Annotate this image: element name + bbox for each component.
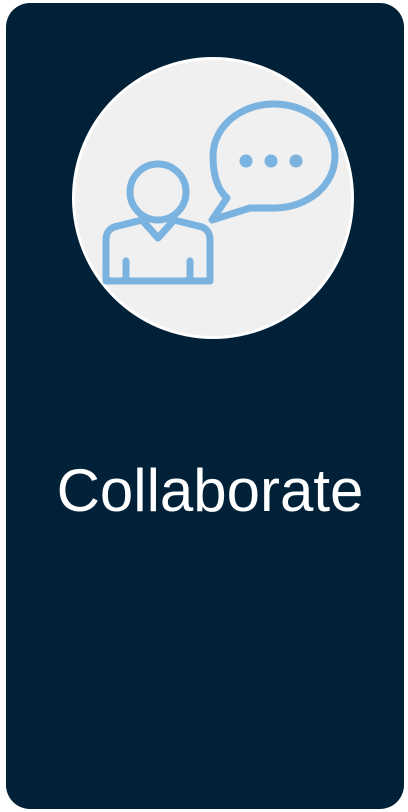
person-head-icon xyxy=(126,160,190,224)
card-title: Collaborate xyxy=(56,457,364,524)
collaborate-card[interactable]: Collaborate xyxy=(6,3,404,809)
dot-icon xyxy=(264,154,278,168)
person-chat-icon xyxy=(102,100,339,285)
icon-badge xyxy=(75,60,351,336)
dot-icon xyxy=(289,154,303,168)
person-body-icon xyxy=(102,216,214,285)
dot-icon xyxy=(239,154,253,168)
